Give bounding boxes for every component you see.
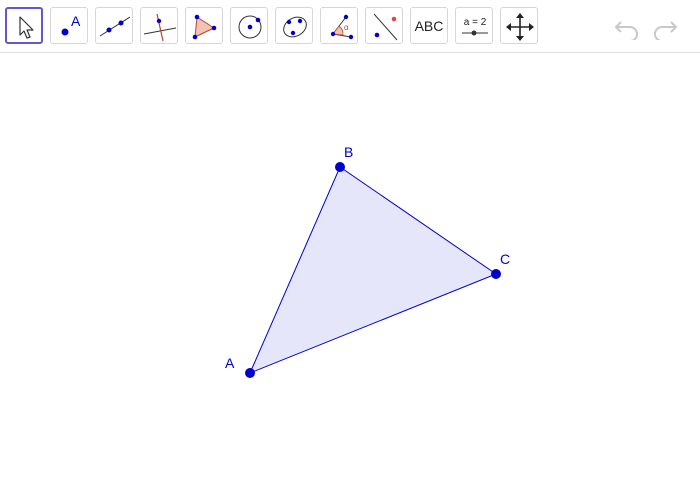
angle-tool-button[interactable]: α (320, 7, 358, 44)
text-icon: ABC (414, 17, 444, 34)
point-icon: A (61, 13, 81, 36)
polygon-icon (192, 14, 217, 40)
slider-tool-label: a = 2 (464, 17, 487, 28)
undo-icon (614, 21, 638, 42)
redo-icon (654, 21, 678, 42)
point-b[interactable] (335, 162, 345, 172)
point-a-label: A (225, 355, 235, 371)
toolbar: A α ABC a = 2 (0, 0, 700, 53)
ellipse-icon (283, 16, 307, 38)
move-arrow-icon (19, 16, 34, 39)
ellipse-tool-button[interactable] (275, 7, 313, 44)
svg-text:α: α (344, 23, 349, 32)
text-tool-button[interactable]: ABC (410, 7, 448, 44)
perpendicular-line-tool-button[interactable] (140, 7, 178, 44)
point-c-label: C (500, 251, 510, 267)
angle-icon: α (330, 14, 354, 40)
polygon-tool-button[interactable] (185, 7, 223, 44)
triangle-abc[interactable] (249, 166, 498, 374)
point-tool-button[interactable]: A (50, 7, 88, 44)
circle-tool-button[interactable] (230, 7, 268, 44)
point-c[interactable] (491, 269, 501, 279)
reflect-tool-button[interactable] (365, 7, 403, 44)
move-view-tool-button[interactable] (500, 7, 538, 44)
perpendicular-line-icon (143, 13, 177, 42)
graphics-view[interactable]: A B C (0, 53, 700, 500)
point-a[interactable] (245, 368, 255, 378)
line-icon (99, 16, 131, 37)
slider-icon: a = 2 (462, 17, 488, 36)
circle-icon (238, 15, 262, 39)
reflect-icon (373, 13, 398, 41)
move-view-icon (506, 13, 534, 41)
point-b-label: B (344, 144, 353, 160)
point-tool-label: A (71, 13, 81, 29)
slider-tool-button[interactable]: a = 2 (455, 7, 493, 44)
redo-button[interactable] (650, 14, 680, 42)
undo-button[interactable] (612, 14, 642, 42)
line-tool-button[interactable] (95, 7, 133, 44)
move-tool-button[interactable] (5, 7, 43, 44)
